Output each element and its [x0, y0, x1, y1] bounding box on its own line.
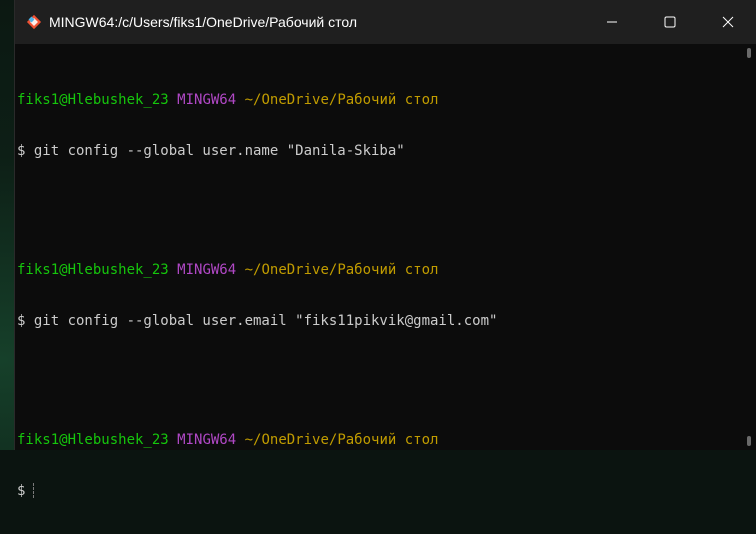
- title-bar[interactable]: MINGW64:/c/Users/fiks1/OneDrive/Рабочий …: [15, 0, 756, 44]
- minimize-button[interactable]: [583, 0, 641, 44]
- minimize-icon: [607, 21, 617, 23]
- window-title: MINGW64:/c/Users/fiks1/OneDrive/Рабочий …: [49, 14, 358, 30]
- prompt-symbol: $: [17, 483, 26, 499]
- terminal-output[interactable]: fiks1@Hlebushek_23 MINGW64 ~/OneDrive/Ра…: [15, 44, 743, 499]
- git-diamond-icon[interactable]: [25, 13, 43, 31]
- system-name: MINGW64: [177, 92, 237, 108]
- close-icon: [722, 16, 734, 28]
- user-host: fiks1@Hlebushek_23: [17, 262, 169, 278]
- maximize-button[interactable]: [641, 0, 699, 44]
- input-line[interactable]: $: [17, 483, 743, 500]
- current-path: ~/OneDrive/Рабочий стол: [244, 262, 439, 278]
- terminal-window: MINGW64:/c/Users/fiks1/OneDrive/Рабочий …: [14, 0, 756, 499]
- prompt-line: fiks1@Hlebushek_23 MINGW64 ~/OneDrive/Ра…: [17, 92, 743, 109]
- scroll-up-indicator[interactable]: [747, 48, 751, 58]
- current-path: ~/OneDrive/Рабочий стол: [244, 432, 439, 448]
- prompt-line: fiks1@Hlebushek_23 MINGW64 ~/OneDrive/Ра…: [17, 432, 743, 449]
- close-button[interactable]: [699, 0, 756, 44]
- command-line: $ git config --global user.name "Danila-…: [17, 143, 405, 159]
- command-line: $ git config --global user.email "fiks11…: [17, 313, 498, 329]
- current-path: ~/OneDrive/Рабочий стол: [244, 92, 439, 108]
- window-controls: [583, 0, 756, 44]
- text-cursor: [33, 483, 35, 498]
- user-host: fiks1@Hlebushek_23: [17, 92, 169, 108]
- scrollbar[interactable]: [742, 44, 756, 450]
- maximize-icon: [664, 16, 676, 28]
- user-host: fiks1@Hlebushek_23: [17, 432, 169, 448]
- prompt-line: fiks1@Hlebushek_23 MINGW64 ~/OneDrive/Ра…: [17, 262, 743, 279]
- scroll-down-indicator[interactable]: [747, 436, 751, 446]
- system-name: MINGW64: [177, 262, 237, 278]
- system-name: MINGW64: [177, 432, 237, 448]
